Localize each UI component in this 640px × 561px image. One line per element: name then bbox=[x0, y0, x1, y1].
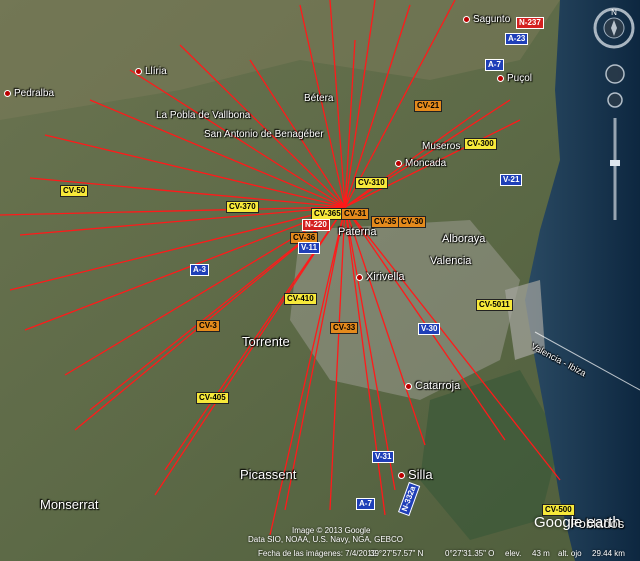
road-shield-v-31[interactable]: V-31 bbox=[372, 451, 395, 463]
satellite-imagery bbox=[0, 0, 640, 561]
place-la-pobla[interactable]: La Pobla de Vallbona bbox=[156, 110, 250, 121]
latitude-readout: 39°27'57.57" N bbox=[370, 549, 424, 558]
road-shield-cv-370[interactable]: CV-370 bbox=[226, 201, 259, 213]
place-valencia[interactable]: Valencia bbox=[430, 255, 471, 267]
eye-altitude-readout: 29.44 km bbox=[592, 549, 625, 558]
road-shield-cv-300[interactable]: CV-300 bbox=[464, 138, 497, 150]
copyright-line-2: Data SIO, NOAA, U.S. Navy, NGA, GEBCO bbox=[248, 535, 403, 544]
road-shield-cv-33[interactable]: CV-33 bbox=[330, 322, 359, 334]
compass-n-label: N bbox=[611, 8, 617, 17]
road-shield-cv-410[interactable]: CV-410 bbox=[284, 293, 317, 305]
copyright-line-1: Image © 2013 Google bbox=[292, 526, 371, 535]
place-pucol[interactable]: Puçol bbox=[497, 73, 532, 84]
place-silla[interactable]: Silla bbox=[398, 467, 433, 482]
place-betera[interactable]: Bétera bbox=[304, 93, 333, 104]
road-shield-cv-50[interactable]: CV-50 bbox=[60, 185, 89, 197]
eye-altitude-label: alt. ojo bbox=[558, 549, 582, 558]
place-museros[interactable]: Museros bbox=[422, 141, 460, 152]
road-shield-a-3[interactable]: A-3 bbox=[190, 264, 209, 276]
google-earth-logo: Google earth bbox=[534, 514, 621, 531]
road-shield-cv-3[interactable]: CV-3 bbox=[196, 320, 220, 332]
road-shield-cv-30[interactable]: CV-30 bbox=[398, 216, 427, 228]
zoom-handle[interactable] bbox=[610, 160, 620, 166]
road-shield-v-30[interactable]: V-30 bbox=[418, 323, 441, 335]
imagery-date: Fecha de las imágenes: 7/4/2012 bbox=[258, 549, 377, 558]
road-shield-cv-310[interactable]: CV-310 bbox=[355, 177, 388, 189]
look-control-icon[interactable] bbox=[607, 92, 623, 108]
place-alboraya[interactable]: Alboraya bbox=[442, 233, 485, 245]
road-shield-n-220[interactable]: N-220 bbox=[302, 219, 330, 231]
place-moncada[interactable]: Moncada bbox=[395, 158, 446, 169]
place-monserrat[interactable]: Monserrat bbox=[40, 497, 99, 512]
zoom-slider[interactable] bbox=[604, 60, 626, 230]
road-shield-cv-31[interactable]: CV-31 bbox=[341, 208, 370, 220]
road-shield-a-7-north[interactable]: A-7 bbox=[485, 59, 504, 71]
place-lliria[interactable]: Llíria bbox=[135, 66, 167, 77]
place-pedralba[interactable]: Pedralba bbox=[4, 88, 54, 99]
place-xirivella[interactable]: Xirivella bbox=[356, 271, 405, 283]
elevation-readout: 43 m bbox=[532, 549, 550, 558]
place-san-antonio[interactable]: San Antonio de Benagéber bbox=[204, 129, 324, 140]
road-shield-cv-35[interactable]: CV-35 bbox=[371, 216, 400, 228]
place-sagunto[interactable]: Sagunto bbox=[463, 14, 510, 25]
status-bar: Image © 2013 Google Data SIO, NOAA, U.S.… bbox=[0, 526, 640, 561]
road-shield-a-7[interactable]: A-7 bbox=[356, 498, 375, 510]
place-catarroja[interactable]: Catarroja bbox=[405, 380, 460, 392]
road-shield-a-23[interactable]: A-23 bbox=[505, 33, 529, 45]
longitude-readout: 0°27'31.35" O bbox=[445, 549, 495, 558]
elevation-label: elev. bbox=[505, 549, 522, 558]
road-shield-cv-21[interactable]: CV-21 bbox=[414, 100, 443, 112]
road-shield-cv-405[interactable]: CV-405 bbox=[196, 392, 229, 404]
road-shield-cv-5011[interactable]: CV-5011 bbox=[476, 299, 513, 311]
place-torrente[interactable]: Torrente bbox=[242, 334, 290, 349]
road-shield-v-11[interactable]: V-11 bbox=[298, 242, 321, 254]
map-view[interactable]: Pedralba Llíria Bétera Sagunto Puçol La … bbox=[0, 0, 640, 561]
road-shield-v-21[interactable]: V-21 bbox=[500, 174, 523, 186]
road-shield-n-237[interactable]: N-237 bbox=[516, 17, 544, 29]
pan-control-icon[interactable] bbox=[605, 64, 625, 84]
place-picassent[interactable]: Picassent bbox=[240, 467, 296, 482]
compass-control[interactable]: N bbox=[592, 6, 636, 50]
